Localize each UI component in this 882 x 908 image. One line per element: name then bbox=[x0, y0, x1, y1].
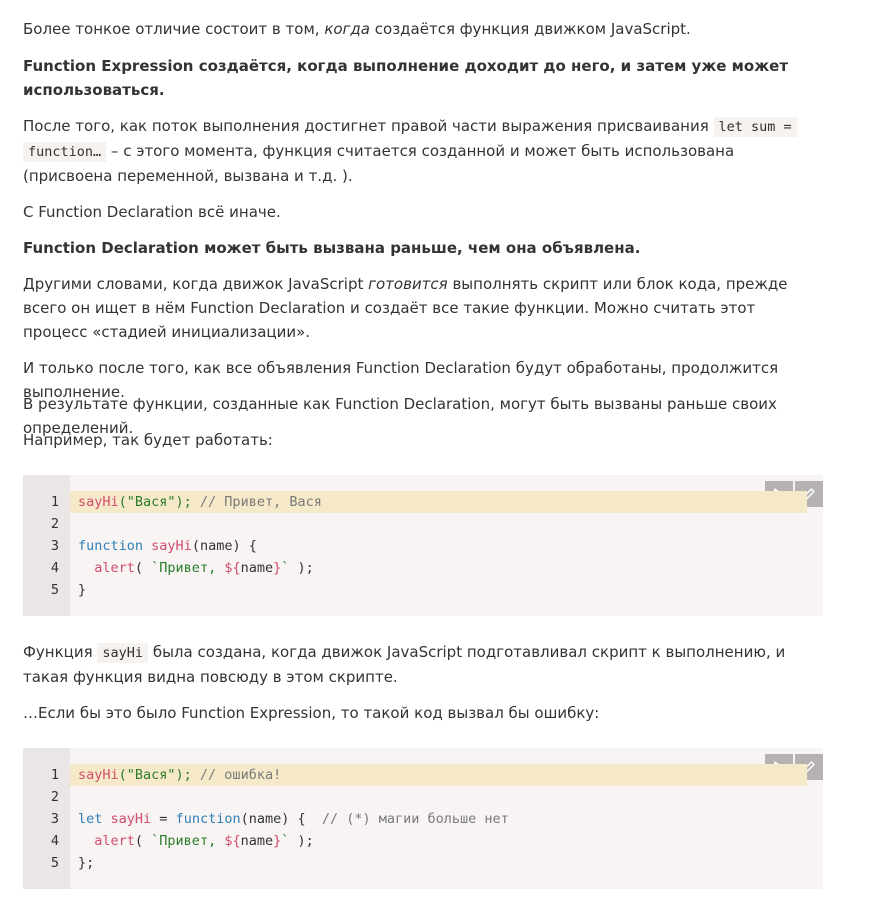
paragraph-1: Более тонкое отличие состоит в том, когд… bbox=[23, 17, 823, 41]
code-text: alert( `Привет, ${name}` ); bbox=[78, 833, 314, 849]
code-line: 5 } bbox=[23, 579, 823, 601]
code-text: sayHi("Вася"); // ошибка! bbox=[78, 767, 282, 783]
code-text: alert( `Привет, ${name}` ); bbox=[78, 560, 314, 576]
paragraph-11: …Если бы это было Function Expression, т… bbox=[23, 704, 600, 722]
line-number: 5 bbox=[50, 582, 59, 598]
line-number: 3 bbox=[50, 538, 59, 554]
line-number: 5 bbox=[50, 855, 59, 871]
line-number: 4 bbox=[50, 833, 59, 849]
code-line: 4 alert( `Привет, ${name}` ); bbox=[23, 557, 823, 579]
paragraph-4: С Function Declaration всё иначе. bbox=[23, 203, 281, 221]
paragraph-3: После того, как поток выполнения достигн… bbox=[23, 114, 823, 188]
emphasis-text: готовится bbox=[368, 275, 448, 293]
code-text: }; bbox=[78, 855, 95, 871]
line-number: 2 bbox=[50, 789, 59, 805]
paragraph-text: создаётся функция движком JavaScript. bbox=[370, 20, 691, 38]
inline-code: let sum = bbox=[713, 117, 797, 137]
inline-code: function… bbox=[23, 142, 107, 162]
code-text: sayHi("Вася"); // Привет, Вася bbox=[78, 494, 322, 510]
paragraph-text: Функция bbox=[23, 643, 98, 661]
paragraph-text: Более тонкое отличие состоит в том, bbox=[23, 20, 325, 38]
inline-code: sayHi bbox=[97, 643, 149, 663]
code-block-1: 1 sayHi("Вася"); // Привет, Вася 2 3 fun… bbox=[23, 475, 823, 616]
paragraph-text: Другими словами, когда движок JavaScript bbox=[23, 275, 369, 293]
code-text: let sayHi = function(name) { // (*) маги… bbox=[78, 811, 509, 827]
line-number: 1 bbox=[50, 767, 59, 783]
paragraph-text: После того, как поток выполнения достигн… bbox=[23, 117, 714, 135]
paragraph-9: Например, так будет работать: bbox=[23, 431, 273, 449]
code-line: 2 bbox=[23, 513, 823, 535]
code-text: function sayHi(name) { bbox=[78, 538, 257, 554]
paragraph-2: Function Expression создаётся, когда вып… bbox=[23, 57, 789, 99]
paragraph-6: Другими словами, когда движок JavaScript… bbox=[23, 272, 823, 344]
code-line: 3 function sayHi(name) { bbox=[23, 535, 823, 557]
code-line: 4 alert( `Привет, ${name}` ); bbox=[23, 830, 823, 852]
paragraph-5: Function Declaration может быть вызвана … bbox=[23, 239, 641, 257]
line-number: 1 bbox=[50, 494, 59, 510]
paragraph-text: – с этого момента, функция считается соз… bbox=[23, 142, 735, 185]
emphasis-text: когда bbox=[324, 20, 370, 38]
code-line: 2 bbox=[23, 786, 823, 808]
line-number: 2 bbox=[50, 516, 59, 532]
code-line: 5 }; bbox=[23, 852, 823, 874]
code-line: 3 let sayHi = function(name) { // (*) ма… bbox=[23, 808, 823, 830]
paragraph-10: Функция sayHi была создана, когда движок… bbox=[23, 640, 823, 689]
code-block-2: 1 sayHi("Вася"); // ошибка! 2 3 let sayH… bbox=[23, 748, 823, 889]
code-line: 1 sayHi("Вася"); // ошибка! bbox=[23, 764, 823, 786]
line-number: 4 bbox=[50, 560, 59, 576]
code-text: } bbox=[78, 582, 87, 598]
code-line: 1 sayHi("Вася"); // Привет, Вася bbox=[23, 491, 823, 513]
line-number: 3 bbox=[50, 811, 59, 827]
